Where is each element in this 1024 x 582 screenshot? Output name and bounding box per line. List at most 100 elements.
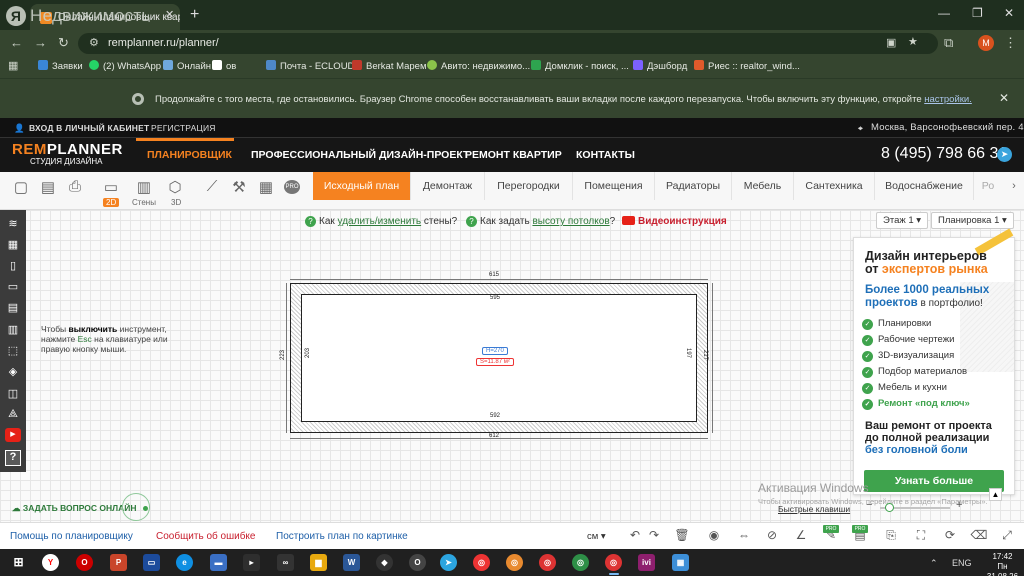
back-icon[interactable]: ← — [10, 35, 23, 50]
chrome-profile-icon[interactable]: ◎ — [506, 554, 523, 571]
taskbar-clock[interactable]: 17:42 Пн 31.08.26 — [981, 552, 1024, 582]
phone-number[interactable]: 8 (495) 798 66 31 — [881, 145, 1007, 163]
store-icon[interactable]: ▦ — [672, 554, 689, 571]
hint-ceiling-height[interactable]: ? Как задать высоту потолков? — [466, 216, 615, 227]
login-link[interactable]: ВХОД В ЛИЧНЫЙ КАБИНЕТ — [29, 123, 149, 133]
dim-left-inner[interactable]: 203 — [305, 348, 311, 358]
chrome-profile2-icon[interactable]: ◎ — [539, 554, 556, 571]
hide-toggle-icon[interactable]: ⊘ — [763, 528, 781, 546]
register-link[interactable]: РЕГИСТРАЦИЯ — [151, 123, 216, 133]
dim-top-inner[interactable]: 595 — [490, 295, 500, 301]
bookmark-item[interactable]: Berkat Марем — [352, 60, 427, 72]
tab-demolition[interactable]: Демонтаж — [411, 172, 485, 200]
learn-more-button[interactable]: Узнать больше — [864, 470, 1004, 492]
folder-app-icon[interactable]: ▆ — [310, 554, 327, 571]
fit-screen-icon[interactable]: ⛶ — [912, 528, 930, 546]
tab-partitions[interactable]: Перегородки — [485, 172, 573, 200]
nav-design-project[interactable]: ПРОФЕССИОНАЛЬНЫЙ ДИЗАЙН-ПРОЕКТ — [251, 149, 469, 161]
column-tool-icon[interactable]: ⬚ — [5, 344, 21, 358]
zoom-in-icon[interactable]: + — [956, 499, 962, 511]
help-icon[interactable]: ? — [5, 450, 21, 466]
zoom-out-icon[interactable]: − — [866, 499, 872, 511]
door-tool-icon[interactable]: ▯ — [5, 259, 21, 273]
redo-icon[interactable]: ↷ — [645, 528, 663, 546]
window-tool-icon[interactable]: ▭ — [5, 280, 21, 294]
bookmark-item[interactable]: Заявки — [38, 60, 83, 72]
bookmark-item[interactable]: (2) WhatsApp — [89, 60, 161, 72]
info-close-icon[interactable]: ✕ — [999, 91, 1009, 105]
room-interior[interactable]: 595 592 203 197 H=270 S=11.87 м² — [301, 294, 697, 422]
profile-avatar[interactable]: M — [978, 35, 994, 51]
bricks-icon[interactable]: ▦ — [256, 178, 276, 196]
video-instruction-link[interactable]: Видеоинструкция — [622, 216, 727, 227]
opera-icon[interactable]: O — [76, 554, 93, 571]
language-indicator[interactable]: ENG — [952, 558, 972, 568]
close-window-icon[interactable]: ✕ — [1004, 6, 1014, 20]
angle-tool-icon[interactable]: ∠ — [792, 528, 810, 546]
dim-bottom-outer[interactable]: 612 — [489, 433, 499, 439]
fullscreen-icon[interactable]: ⤢ — [998, 528, 1016, 546]
maximize-icon[interactable]: ❐ — [972, 6, 983, 20]
monitor-app-icon[interactable]: ▬ — [210, 554, 227, 571]
help-link[interactable]: Помощь по планировщику — [10, 531, 133, 542]
tools-icon[interactable]: ⚒ — [229, 178, 249, 196]
minimize-icon[interactable]: — — [938, 6, 950, 20]
forward-icon[interactable]: → — [34, 35, 47, 50]
dim-bottom-inner[interactable]: 592 — [490, 413, 500, 419]
link-app-icon[interactable]: ∞ — [277, 554, 294, 571]
tab-furniture[interactable]: Мебель — [732, 172, 794, 200]
clear-all-icon[interactable]: ⌫ — [970, 528, 988, 546]
comment-tool-icon[interactable]: ▤ PRO — [851, 525, 869, 546]
windows-start-icon[interactable]: ⊞ — [10, 554, 27, 571]
view-2d-icon[interactable]: ▭ — [101, 178, 121, 196]
telegram-taskbar-icon[interactable]: ➤ — [440, 554, 457, 571]
bookmark-item[interactable]: Риес :: realtor_wind... — [694, 60, 800, 72]
report-error-link[interactable]: Сообщить об ошибке — [156, 531, 255, 542]
bookmark-item[interactable]: Дэшборд — [633, 60, 687, 72]
onenote-app-icon[interactable]: O — [409, 554, 426, 571]
bookmark-item[interactable]: Авито: недвижимо... — [427, 60, 530, 72]
nav-contacts[interactable]: КОНТАКТЫ — [576, 149, 635, 161]
dim-left-outer[interactable]: 223 — [280, 350, 286, 360]
edge-icon[interactable]: e — [176, 554, 193, 571]
tab-more[interactable]: Ро — [974, 172, 1002, 200]
room-area-label[interactable]: S=11.87 м² — [476, 358, 514, 366]
chrome-active-icon[interactable]: ◎ — [605, 554, 622, 571]
bookmark-item[interactable]: Онлайн — [163, 60, 211, 72]
floor-tool-icon[interactable]: ▤ — [5, 301, 21, 315]
bookmark-item[interactable]: Почта - ECLOUD — [266, 60, 354, 72]
word-icon[interactable]: W — [343, 554, 360, 571]
tray-chevron-icon[interactable]: ⌃ — [930, 558, 938, 569]
extensions-icon[interactable]: ⧉ — [944, 35, 953, 51]
view-walls-icon[interactable]: ▥ — [134, 178, 154, 196]
reload-icon[interactable]: ↻ — [58, 35, 69, 51]
menu-icon[interactable]: ⋮ — [1004, 35, 1017, 51]
unit-select[interactable]: см ▾ — [587, 531, 606, 542]
apps-grid-icon[interactable]: ▦ — [8, 59, 18, 72]
export-icon[interactable]: ⎘ — [882, 528, 900, 546]
room-height-label[interactable]: H=270 — [482, 347, 508, 355]
new-tab-icon[interactable]: + — [190, 6, 199, 24]
floor-select[interactable]: Этаж 1 ▾ — [876, 212, 929, 229]
room-walls[interactable]: 595 592 203 197 H=270 S=11.87 м² — [290, 283, 708, 433]
zoom-slider-thumb[interactable] — [885, 503, 894, 512]
plan-canvas[interactable]: ≋ ▦ ▯ ▭ ▤ ▥ ⬚ ◈ ◫ ⟁ ▶ ? ? Как удалить/изм… — [0, 210, 1024, 522]
nav-planner[interactable]: ПЛАНИРОВЩИК — [147, 149, 232, 161]
undo-icon[interactable]: ↶ — [626, 528, 644, 546]
youtube-icon[interactable]: ▶ — [5, 428, 21, 442]
stairs-tool-icon[interactable]: ◈ — [5, 365, 21, 379]
layers-icon[interactable]: ≋ — [5, 217, 21, 231]
ruler-tool-icon[interactable]: ⟁ — [5, 408, 21, 422]
telegram-icon[interactable]: ➤ — [997, 147, 1012, 162]
terminal-icon[interactable]: ▸ — [243, 554, 260, 571]
site-logo[interactable]: REMPLANNER — [12, 141, 123, 158]
dim-right-inner[interactable]: 197 — [685, 348, 691, 358]
dropbox-app-icon[interactable]: ◆ — [376, 554, 393, 571]
tab-rooms[interactable]: Помещения — [573, 172, 655, 200]
tab-water-supply[interactable]: Водоснабжение — [875, 172, 974, 200]
site-info-icon[interactable]: ⚙ — [89, 36, 99, 49]
view-3d-tag[interactable]: 3D — [168, 198, 184, 207]
powerpoint-icon[interactable]: P — [110, 554, 127, 571]
save-icon[interactable]: ▤ — [38, 178, 58, 196]
dimensions-toggle-icon[interactable]: ⇔ — [735, 528, 753, 546]
